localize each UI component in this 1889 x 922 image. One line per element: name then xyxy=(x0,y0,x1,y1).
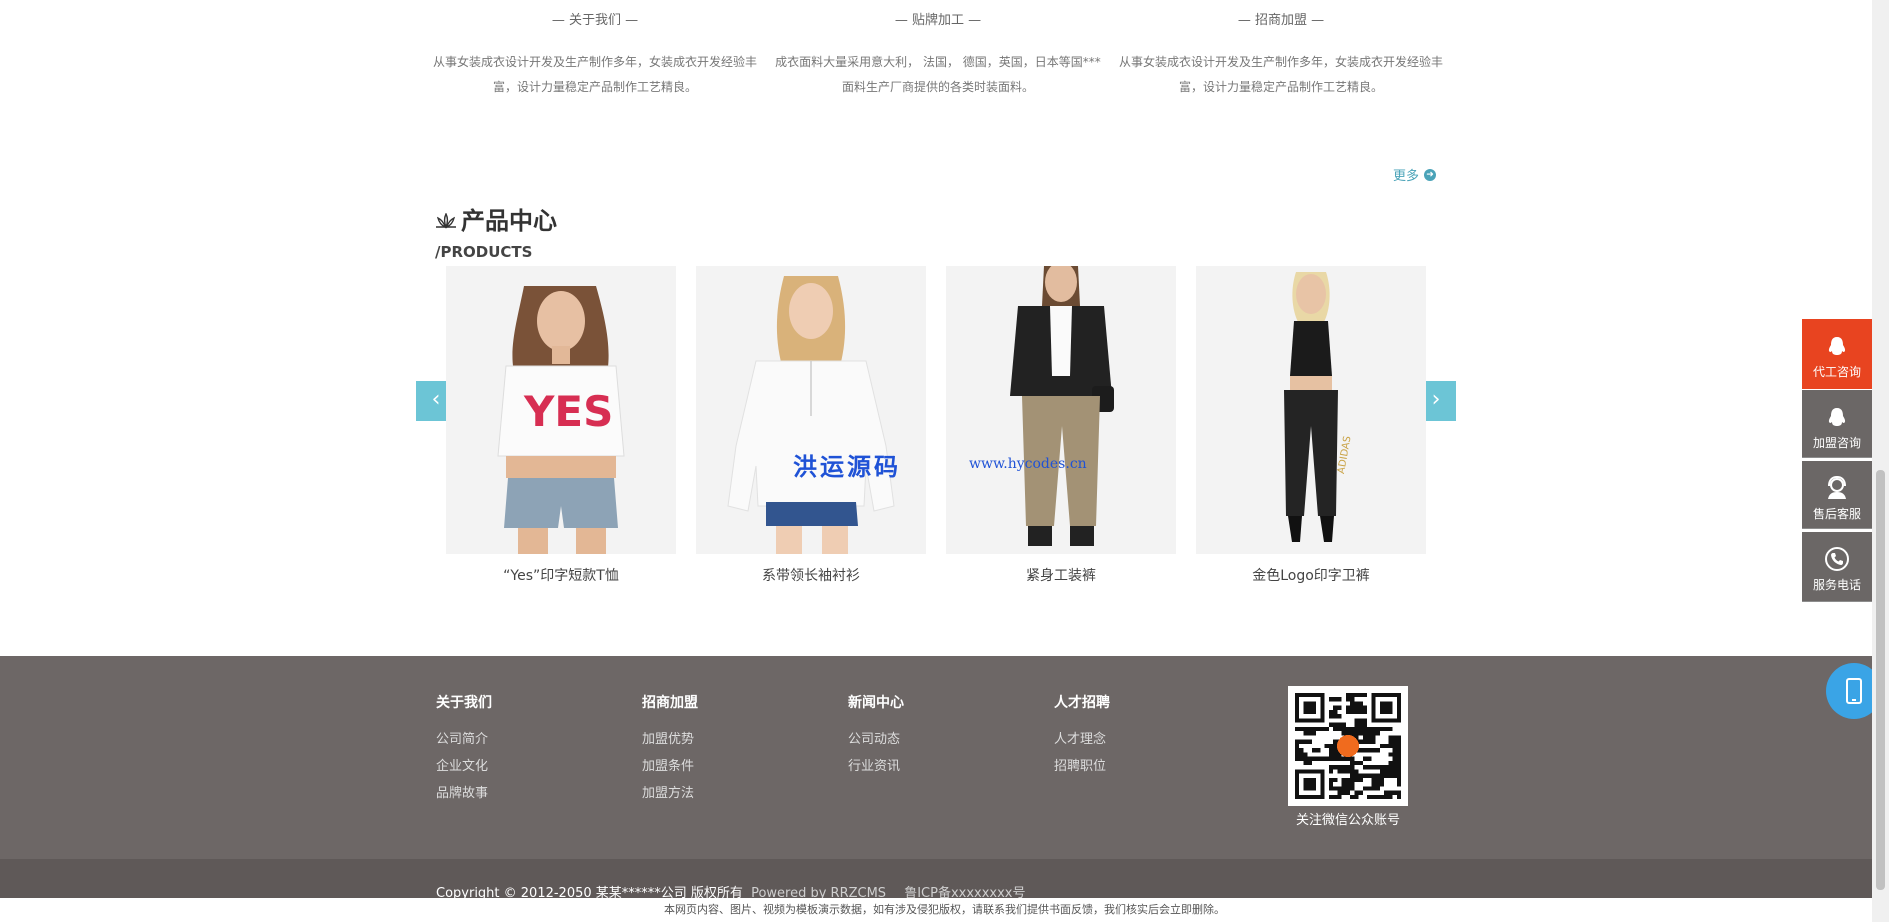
footer-col-jobs: 人才招聘 人才理念 招聘职位 xyxy=(1054,692,1110,780)
intro-text: 成衣面料大量采用意大利， 法国， 德国，英国，日本等国***面料生产厂商提供的各… xyxy=(775,55,1101,94)
side-label: 加盟咨询 xyxy=(1812,436,1861,450)
watermark-url: www.hycodes.cn xyxy=(969,456,1087,472)
product-card[interactable]: YES “Yes”印字短款T恤 xyxy=(446,266,676,585)
intro-text: 从事女装成衣设计开发及生产制作多年，女装成衣开发经验丰富，设计力量稳定产品制作工… xyxy=(432,55,757,94)
footer-link[interactable]: 人才理念 xyxy=(1054,726,1110,753)
footer-heading[interactable]: 人才招聘 xyxy=(1054,692,1110,712)
product-card[interactable]: 紧身工装裤 xyxy=(946,266,1176,585)
product-name[interactable]: 紧身工装裤 xyxy=(946,565,1176,585)
side-label: 服务电话 xyxy=(1812,578,1861,592)
product-name[interactable]: “Yes”印字短款T恤 xyxy=(446,565,676,585)
product-image[interactable] xyxy=(696,266,926,554)
product-name[interactable]: 系带领长袖衬衫 xyxy=(696,565,926,585)
products-heading: 产品中心 /PRODUCTS xyxy=(435,205,557,261)
product-name[interactable]: 金色Logo印字卫裤 xyxy=(1196,565,1426,585)
watermark-text: 洪运源码 xyxy=(793,452,901,481)
intro-oem: — 贴牌加工 — 成衣面料大量采用意大利， 法国， 德国，英国，日本等国***面… xyxy=(773,10,1103,100)
footer-link[interactable]: 公司动态 xyxy=(848,726,904,753)
side-label: 售后客服 xyxy=(1812,507,1861,521)
product-image[interactable] xyxy=(946,266,1176,554)
chevron-right-icon: › xyxy=(1431,387,1441,412)
footer-col-about: 关于我们 公司简介 企业文化 品牌故事 xyxy=(436,692,492,807)
wechat-qr-code xyxy=(1288,686,1408,806)
page: — 关于我们 — 从事女装成衣设计开发及生产制作多年，女装成衣开发经验丰富，设计… xyxy=(0,0,1889,922)
headset-icon xyxy=(1828,475,1846,499)
intro-text: 从事女装成衣设计开发及生产制作多年，女装成衣开发经验丰富，设计力量稳定产品制作工… xyxy=(1118,55,1443,94)
footer-link[interactable]: 公司简介 xyxy=(436,726,492,753)
product-image[interactable]: ADIDAS xyxy=(1196,266,1426,554)
products-title: 产品中心 xyxy=(461,207,557,235)
product-card[interactable]: 系带领长袖衬衫 xyxy=(696,266,926,585)
footer-heading[interactable]: 关于我们 xyxy=(436,692,492,712)
copyright-bar: Copyright © 2012-2050 某某******公司 版权所有 Po… xyxy=(0,859,1889,901)
intro-section: — 关于我们 — 从事女装成衣设计开发及生产制作多年，女装成衣开发经验丰富，设计… xyxy=(430,10,1443,110)
product-image[interactable]: YES xyxy=(446,266,676,554)
product-card[interactable]: ADIDAS 金色Logo印字卫裤 xyxy=(1196,266,1426,585)
side-label: 代工咨询 xyxy=(1812,365,1861,379)
footer-heading[interactable]: 招商加盟 xyxy=(642,692,698,712)
side-oem-consult-button[interactable]: 代工咨询 xyxy=(1802,319,1872,389)
disclaimer-text: 本网页内容、图片、视频为模板演示数据，如有涉及侵犯版权，请联系我们提供书面反馈，… xyxy=(0,898,1889,922)
side-after-sales-button[interactable]: 售后客服 xyxy=(1802,461,1872,529)
more-label: 更多 xyxy=(1393,169,1420,184)
qq-icon xyxy=(1828,337,1846,355)
qr-label: 关注微信公众账号 xyxy=(1295,813,1400,828)
mobile-icon xyxy=(1846,678,1862,704)
intro-about: — 关于我们 — 从事女装成衣设计开发及生产制作多年，女装成衣开发经验丰富，设计… xyxy=(430,10,760,100)
footer-link[interactable]: 招聘职位 xyxy=(1054,753,1110,780)
page-scrollbar[interactable] xyxy=(1872,0,1889,922)
footer-col-news: 新闻中心 公司动态 行业资讯 xyxy=(848,692,904,780)
side-service-phone-button[interactable]: 服务电话 xyxy=(1802,532,1872,602)
footer-link[interactable]: 企业文化 xyxy=(436,753,492,780)
chevron-left-icon: ‹ xyxy=(431,387,441,412)
intro-title[interactable]: — 贴牌加工 — xyxy=(773,10,1103,32)
svg-text:YES: YES xyxy=(523,387,613,436)
intro-title[interactable]: — 关于我们 — xyxy=(430,10,760,32)
scrollbar-thumb[interactable] xyxy=(1876,470,1885,890)
phone-icon xyxy=(1825,547,1849,571)
products-subtitle: /PRODUCTS xyxy=(435,243,533,261)
footer-link[interactable]: 加盟优势 xyxy=(642,726,698,753)
footer-link[interactable]: 品牌故事 xyxy=(436,780,492,807)
footer-heading[interactable]: 新闻中心 xyxy=(848,692,904,712)
footer: 关于我们 公司简介 企业文化 品牌故事 招商加盟 加盟优势 加盟条件 加盟方法 … xyxy=(0,656,1889,859)
intro-franchise: — 招商加盟 — 从事女装成衣设计开发及生产制作多年，女装成衣开发经验丰富，设计… xyxy=(1116,10,1446,100)
lotus-icon xyxy=(436,213,456,229)
intro-title[interactable]: — 招商加盟 — xyxy=(1116,10,1446,32)
more-link[interactable]: 更多 ➜ xyxy=(1393,165,1437,184)
qq-icon xyxy=(1828,408,1846,426)
arrow-right-circle-icon: ➜ xyxy=(1424,168,1437,181)
footer-link[interactable]: 加盟条件 xyxy=(642,753,698,780)
side-franchise-consult-button[interactable]: 加盟咨询 xyxy=(1802,390,1872,458)
footer-link[interactable]: 行业资讯 xyxy=(848,753,904,780)
footer-col-franchise: 招商加盟 加盟优势 加盟条件 加盟方法 xyxy=(642,692,698,807)
footer-link[interactable]: 加盟方法 xyxy=(642,780,698,807)
